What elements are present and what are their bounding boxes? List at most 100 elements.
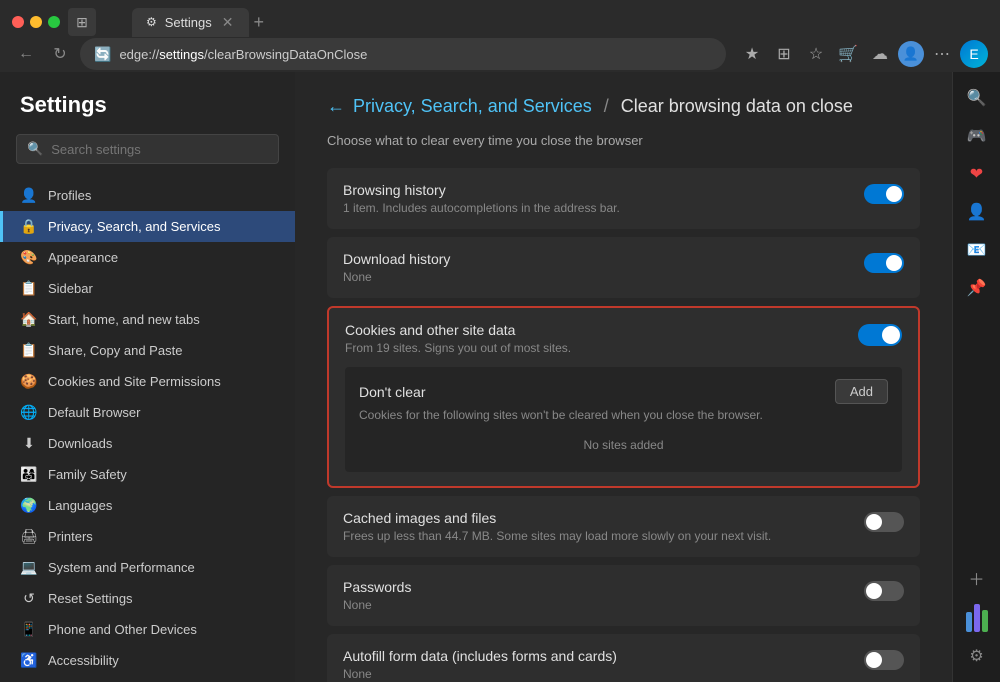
collections-icon[interactable]: ⊞ [770, 40, 798, 68]
close-button[interactable] [12, 16, 24, 28]
search-input[interactable] [51, 142, 268, 157]
panel-settings-icon[interactable]: ⚙ [959, 638, 995, 674]
sidebar-item-appearance[interactable]: 🎨 Appearance [0, 242, 295, 273]
panel-games-icon[interactable]: 🎮 [959, 118, 995, 154]
panel-outlook-icon[interactable]: 📧 [959, 232, 995, 268]
setting-desc: None [343, 667, 848, 681]
tab-icon: ⚙ [146, 15, 157, 29]
add-site-button[interactable]: Add [835, 379, 888, 404]
sidebar-item-default-browser[interactable]: 🌐 Default Browser [0, 397, 295, 428]
panel-collections-icon[interactable]: ❤ [959, 156, 995, 192]
system-icon: 💻 [20, 559, 38, 576]
url-bar[interactable]: 🔄 edge://settings/clearBrowsingDataOnClo… [80, 38, 726, 70]
sidebar-item-downloads[interactable]: ⬇ Downloads [0, 428, 295, 459]
sidebar-item-system[interactable]: 💻 System and Performance [0, 552, 295, 583]
setting-desc: None [343, 598, 848, 612]
sidebar: Settings 🔍 👤 Profiles 🔒 Privacy, Search,… [0, 72, 295, 682]
toggle-switch[interactable] [864, 512, 904, 532]
toggle-thumb [882, 326, 900, 344]
privacy-icon: 🔒 [20, 218, 38, 235]
panel-add-icon[interactable]: ＋ [959, 560, 995, 596]
wallet-icon[interactable]: ☁ [866, 40, 894, 68]
page-title: Clear browsing data on close [621, 96, 853, 117]
refresh-button[interactable]: ↻ [46, 40, 74, 68]
profile-icon[interactable]: 👤 [898, 41, 924, 67]
setting-info: Cached images and files Frees up less th… [343, 510, 848, 543]
url-domain: settings [159, 47, 204, 62]
browsing-history-toggle[interactable] [864, 184, 904, 204]
sidebar-item-printers[interactable]: 🖨 Printers [0, 521, 295, 552]
autofill-toggle[interactable] [864, 650, 904, 670]
sidebar-item-phone[interactable]: 📱 Phone and Other Devices [0, 614, 295, 645]
toggle-switch[interactable] [864, 253, 904, 273]
cookies-toggle[interactable] [858, 324, 902, 346]
sidebar-item-label: Default Browser [48, 405, 140, 420]
panel-search-icon[interactable]: 🔍 [959, 80, 995, 116]
minimize-button[interactable] [30, 16, 42, 28]
more-options-button[interactable]: ⋯ [928, 40, 956, 68]
default-browser-icon: 🌐 [20, 404, 38, 421]
new-tab-button[interactable]: + [253, 12, 264, 33]
bar1 [966, 612, 972, 632]
sidebar-item-accessibility[interactable]: ♿ Accessibility [0, 645, 295, 676]
main-layout: Settings 🔍 👤 Profiles 🔒 Privacy, Search,… [0, 72, 1000, 682]
toggle-thumb [866, 514, 882, 530]
highlighted-top: Cookies and other site data From 19 site… [345, 322, 902, 355]
address-bar: ← ↻ 🔄 edge://settings/clearBrowsingDataO… [0, 36, 1000, 72]
toggle-switch[interactable] [864, 184, 904, 204]
sidebar-item-family-safety[interactable]: 👨‍👩‍👧 Family Safety [0, 459, 295, 490]
back-button[interactable]: ← [327, 96, 345, 117]
sidebar-toggle[interactable]: ⊞ [68, 8, 96, 36]
sidebar-item-privacy[interactable]: 🔒 Privacy, Search, and Services [0, 211, 295, 242]
bar3 [982, 610, 988, 632]
back-nav-button[interactable]: ← [12, 40, 40, 68]
search-box[interactable]: 🔍 [16, 134, 279, 164]
browser-essentials-icon[interactable]: ☆ [802, 40, 830, 68]
toggle-switch[interactable] [864, 650, 904, 670]
page-header: ← Privacy, Search, and Services / Clear … [327, 96, 920, 117]
sidebar-item-label: Share, Copy and Paste [48, 343, 182, 358]
url-icon: 🔄 [94, 46, 111, 63]
sidebar-title: Settings [0, 92, 295, 134]
sidebar-item-label: Languages [48, 498, 112, 513]
download-history-toggle[interactable] [864, 253, 904, 273]
reset-icon: ↺ [20, 590, 38, 607]
toggle-switch[interactable] [864, 581, 904, 601]
url-suffix: /clearBrowsingDataOnClose [204, 47, 367, 62]
panel-profile-icon[interactable]: 👤 [959, 194, 995, 230]
sidebar-item-profiles[interactable]: 👤 Profiles [0, 180, 295, 211]
setting-info: Passwords None [343, 579, 848, 612]
url-prefix: edge:// [119, 47, 159, 62]
sidebar-item-start-home[interactable]: 🏠 Start, home, and new tabs [0, 304, 295, 335]
passwords-toggle[interactable] [864, 581, 904, 601]
sidebar-item-sidebar[interactable]: 📋 Sidebar [0, 273, 295, 304]
setting-title: Download history [343, 251, 848, 267]
sidebar-item-label: System and Performance [48, 560, 195, 575]
sidebar-item-label: Accessibility [48, 653, 119, 668]
bar2 [974, 604, 980, 632]
url-text: edge://settings/clearBrowsingDataOnClose [119, 47, 712, 62]
setting-desc: 1 item. Includes autocompletions in the … [343, 201, 848, 215]
toggle-switch[interactable] [858, 324, 902, 346]
dont-clear-section: Don't clear Add Cookies for the followin… [345, 367, 902, 472]
profiles-icon: 👤 [20, 187, 38, 204]
panel-tools-icon[interactable]: 📌 [959, 270, 995, 306]
maximize-button[interactable] [48, 16, 60, 28]
sidebar-item-about[interactable]: 🔵 About Microsoft Edge [0, 676, 295, 682]
sidebar-item-label: Appearance [48, 250, 118, 265]
tab-close-button[interactable]: ✕ [220, 14, 236, 31]
settings-tab[interactable]: ⚙ Settings ✕ [132, 8, 249, 37]
sidebar-item-cookies[interactable]: 🍪 Cookies and Site Permissions [0, 366, 295, 397]
downloads-icon: ⬇ [20, 435, 38, 452]
breadcrumb-link[interactable]: Privacy, Search, and Services [353, 96, 592, 117]
sidebar-nav: 👤 Profiles 🔒 Privacy, Search, and Servic… [0, 180, 295, 682]
setting-desc: From 19 sites. Signs you out of most sit… [345, 341, 842, 355]
sidebar-item-reset[interactable]: ↺ Reset Settings [0, 583, 295, 614]
setting-info: Browsing history 1 item. Includes autoco… [343, 182, 848, 215]
cached-toggle[interactable] [864, 512, 904, 532]
sidebar-item-languages[interactable]: 🌍 Languages [0, 490, 295, 521]
sidebar-item-share[interactable]: 📋 Share, Copy and Paste [0, 335, 295, 366]
favorites-icon[interactable]: ★ [738, 40, 766, 68]
setting-title: Cookies and other site data [345, 322, 842, 338]
shopping-icon[interactable]: 🛒 [834, 40, 862, 68]
